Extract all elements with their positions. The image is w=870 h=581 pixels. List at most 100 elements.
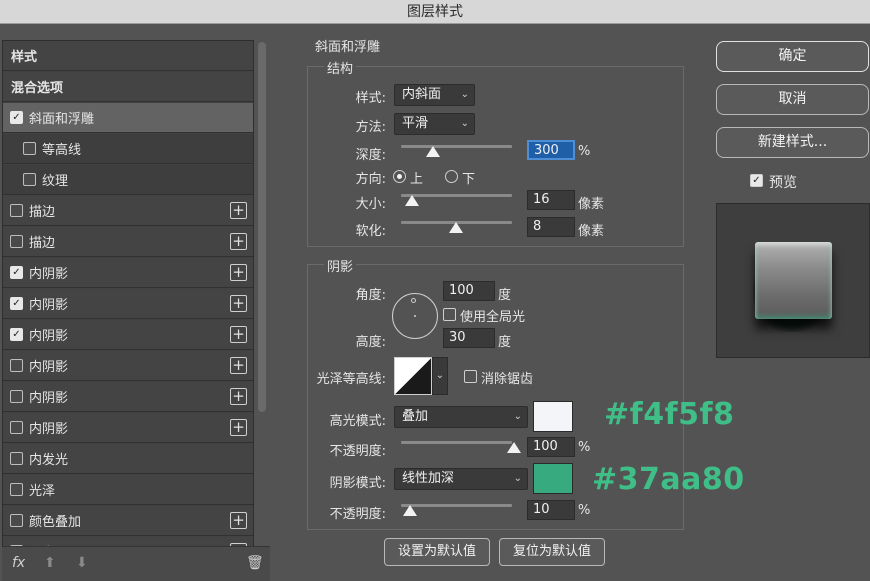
style-list-label: 描边 [29,205,56,220]
add-style-icon[interactable]: + [230,295,247,312]
altitude-label: 高度: [355,335,386,350]
style-list-item[interactable]: ✓ 内阴影 + [3,289,253,319]
size-unit: 像素 [578,197,605,212]
structure-title: 结构 [324,58,357,77]
styles-scrollbar[interactable] [256,40,268,412]
style-enable-checkbox[interactable]: ✓ [10,297,23,310]
style-enable-checkbox[interactable] [10,359,23,372]
gloss-contour-label: 光泽等高线: [316,372,386,387]
cancel-button[interactable]: 取消 [716,84,869,115]
style-select[interactable]: 内斜面 ⌄ [394,84,475,106]
style-enable-checkbox[interactable] [23,173,36,186]
chevron-down-icon: ⌄ [513,411,522,422]
style-enable-checkbox[interactable] [10,421,23,434]
new-style-button[interactable]: 新建样式... [716,127,869,158]
style-enable-checkbox[interactable]: ✓ [10,111,23,124]
style-list-item[interactable]: 内阴影 + [3,351,253,381]
style-enable-checkbox[interactable] [10,235,23,248]
add-style-icon[interactable]: + [230,419,247,436]
depth-slider-knob[interactable] [426,146,440,157]
chevron-down-icon: ⌄ [460,89,469,100]
angle-input[interactable]: 100 [443,281,495,301]
shadow-opacity-input[interactable]: 10 [527,500,575,520]
highlight-opacity-label: 不透明度: [329,444,386,459]
style-list-item[interactable]: 内阴影 + [3,382,253,412]
depth-unit: % [578,144,591,159]
trash-icon[interactable]: 🗑 [246,555,264,571]
style-list-item[interactable]: ✓ 内阴影 + [3,258,253,288]
reset-default-button[interactable]: 复位为默认值 [499,538,605,566]
style-list-item[interactable]: 描边 + [3,227,253,257]
style-preview [716,203,870,358]
size-input[interactable]: 16 [527,190,575,210]
ok-button[interactable]: 确定 [716,41,869,72]
style-list-item[interactable]: 混合选项 [3,72,253,102]
altitude-input[interactable]: 30 [443,328,495,348]
highlight-color-swatch[interactable] [533,401,573,432]
shadow-mode-select[interactable]: 线性加深 ⌄ [394,468,528,490]
move-down-icon[interactable]: ⬇ [76,555,88,571]
style-list-item[interactable]: 光泽 [3,475,253,505]
style-list-label: 样式 [11,50,38,65]
angle-unit: 度 [498,288,512,303]
angle-dial[interactable] [392,293,438,339]
style-enable-checkbox[interactable] [10,514,23,527]
method-select[interactable]: 平滑 ⌄ [394,113,475,135]
depth-slider-track[interactable] [401,145,512,148]
fx-icon[interactable]: fx [12,555,25,571]
style-enable-checkbox[interactable] [10,483,23,496]
shadow-opacity-track[interactable] [401,504,512,507]
style-list-label: 斜面和浮雕 [29,112,95,127]
angle-dial-handle[interactable] [411,298,416,303]
style-list-item[interactable]: 内发光 [3,444,253,474]
style-list-label: 内阴影 [29,422,69,437]
anti-alias-checkbox[interactable] [464,370,477,383]
highlight-mode-select[interactable]: 叠加 ⌄ [394,406,528,428]
style-enable-checkbox[interactable]: ✓ [10,328,23,341]
highlight-opacity-track[interactable] [401,441,512,444]
style-list-item[interactable]: 描边 + [3,196,253,226]
depth-input[interactable]: 300 [527,140,575,160]
make-default-button[interactable]: 设置为默认值 [384,538,490,566]
style-list-item[interactable]: 纹理 [3,165,253,195]
add-style-icon[interactable]: + [230,264,247,281]
shadow-opacity-knob[interactable] [403,505,417,516]
style-list-item[interactable]: 等高线 [3,134,253,164]
size-slider-knob[interactable] [405,195,419,206]
add-style-icon[interactable]: + [230,512,247,529]
preview-checkbox[interactable]: ✓ [750,174,763,187]
move-up-icon[interactable]: ⬆ [44,555,56,571]
style-list-label: 光泽 [29,484,56,499]
direction-up-radio[interactable] [393,170,406,183]
style-enable-checkbox[interactable] [10,204,23,217]
soften-input[interactable]: 8 [527,217,575,237]
add-style-icon[interactable]: + [230,357,247,374]
style-list-item[interactable]: ✓ 斜面和浮雕 [3,103,253,133]
style-list-item[interactable]: 样式 [3,41,253,71]
scroll-thumb[interactable] [258,42,266,412]
angle-dial-center [414,315,416,317]
highlight-opacity-input[interactable]: 100 [527,437,575,457]
add-style-icon[interactable]: + [230,202,247,219]
shadow-color-swatch[interactable] [533,463,573,494]
style-list-item[interactable]: ✓ 内阴影 + [3,320,253,350]
style-list-item[interactable]: 内阴影 + [3,413,253,443]
global-light-checkbox[interactable] [443,308,456,321]
add-style-icon[interactable]: + [230,326,247,343]
style-enable-checkbox[interactable] [10,390,23,403]
soften-slider-knob[interactable] [449,222,463,233]
direction-down-radio[interactable] [445,170,458,183]
style-enable-checkbox[interactable] [10,452,23,465]
style-enable-checkbox[interactable] [23,142,36,155]
chevron-down-icon: ⌄ [435,370,445,381]
highlight-opacity-knob[interactable] [507,442,521,453]
watermark [746,553,860,571]
shading-title: 阴影 [324,256,357,275]
add-style-icon[interactable]: + [230,233,247,250]
style-list-label: 颜色叠加 [29,515,82,530]
add-style-icon[interactable]: + [230,388,247,405]
style-list-item[interactable]: 颜色叠加 + [3,506,253,536]
style-enable-checkbox[interactable]: ✓ [10,266,23,279]
gloss-contour-dropdown[interactable]: ⌄ [432,357,448,395]
gloss-contour-thumbnail[interactable] [394,357,432,395]
